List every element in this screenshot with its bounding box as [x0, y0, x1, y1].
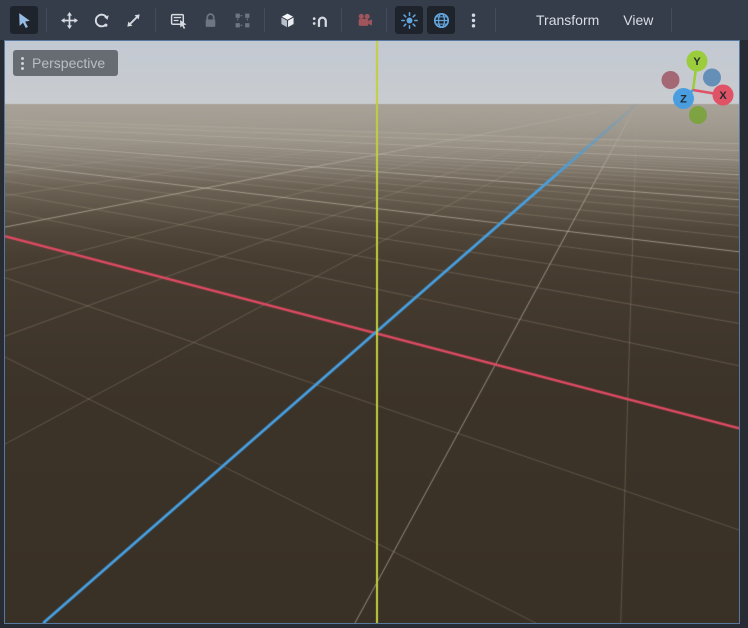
list-select-button[interactable]: [164, 6, 192, 34]
select-button[interactable]: [10, 6, 38, 34]
cursor-arrow-icon: [16, 12, 33, 29]
3d-viewport[interactable]: Perspective Y X Z: [4, 40, 740, 624]
move-button[interactable]: [55, 6, 83, 34]
menu-view[interactable]: View: [611, 6, 665, 34]
toolbar-separator: [495, 8, 496, 32]
group-icon: [234, 12, 251, 29]
toolbar-separator: [155, 8, 156, 32]
sun-button[interactable]: [395, 6, 423, 34]
gizmo-label-y: Y: [693, 56, 701, 68]
toolbar-separator: [46, 8, 47, 32]
globe-icon: [433, 12, 450, 29]
gizmo-ball-x[interactable]: [662, 71, 680, 89]
toolbar-separator: [341, 8, 342, 32]
move-cross-icon: [61, 12, 78, 29]
local-space-button[interactable]: [273, 6, 301, 34]
menu-transform[interactable]: Transform: [524, 6, 611, 34]
group-button[interactable]: [228, 6, 256, 34]
rotate-circle-icon: [93, 12, 110, 29]
gizmo-label-z: Z: [680, 93, 687, 105]
lock-icon: [202, 12, 219, 29]
environment-button[interactable]: [427, 6, 455, 34]
magnet-icon: [311, 12, 328, 29]
kebab-icon: [465, 12, 482, 29]
editor-window: Transform View Perspective Y X Z: [0, 0, 748, 628]
list-select-icon: [170, 12, 187, 29]
camera-icon: [356, 12, 373, 29]
cube-icon: [279, 12, 296, 29]
projection-dropdown[interactable]: Perspective: [13, 50, 118, 76]
lock-button[interactable]: [196, 6, 224, 34]
toolbar-separator: [671, 8, 672, 32]
snap-button[interactable]: [305, 6, 333, 34]
projection-label: Perspective: [32, 55, 105, 71]
viewport-toolbar: Transform View: [0, 0, 748, 40]
toolbar-separator: [264, 8, 265, 32]
kebab-menu-icon: [21, 57, 24, 70]
gizmo-ball-y[interactable]: [689, 106, 707, 124]
toolbar-separator: [386, 8, 387, 32]
toolbar-tools: [8, 6, 502, 34]
orientation-gizmo[interactable]: Y X Z: [653, 47, 737, 127]
scene-canvas[interactable]: [5, 41, 739, 623]
rotate-button[interactable]: [87, 6, 115, 34]
gizmo-ball-z[interactable]: [703, 69, 721, 87]
more-options-button[interactable]: [459, 6, 487, 34]
gizmo-label-x: X: [719, 90, 727, 102]
scale-button[interactable]: [119, 6, 147, 34]
camera-preview-button[interactable]: [350, 6, 378, 34]
scale-arrows-icon: [125, 12, 142, 29]
sun-icon: [401, 12, 418, 29]
